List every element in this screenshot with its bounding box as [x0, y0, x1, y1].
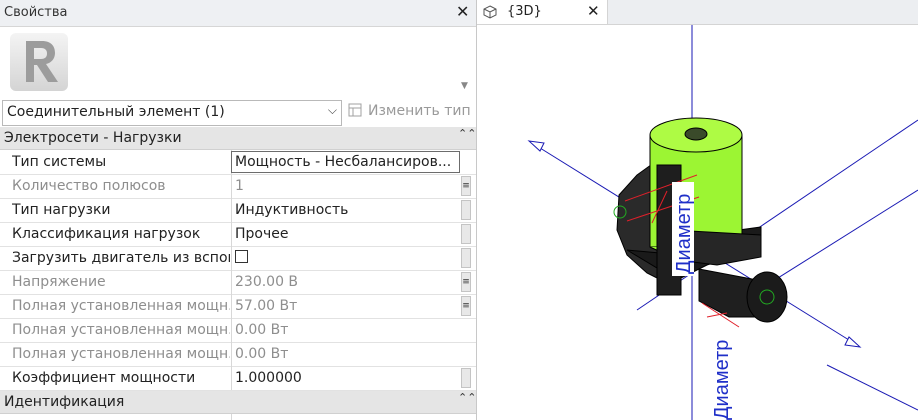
property-value[interactable]: Мощность - Несбалансиров... [235, 154, 460, 170]
property-value: 57.00 Вт [235, 298, 298, 314]
property-row[interactable]: Полная установленная мощн... 0.00 Вт [0, 342, 476, 367]
property-value: 0.00 Вт [235, 322, 289, 338]
dimension-label[interactable]: Диаметр [711, 340, 733, 420]
properties-title-bar: Свойства ✕ [0, 0, 476, 27]
type-selector-dropdown[interactable]: Соединительный элемент (1) ⌵ [2, 100, 342, 126]
column-divider [231, 366, 232, 390]
dimension-tick [706, 312, 728, 318]
column-divider [231, 246, 232, 270]
parameter-button[interactable] [461, 368, 471, 388]
view-tab-3d[interactable]: {3D} ✕ [477, 0, 608, 24]
property-name: Классификация нагрузок [12, 226, 201, 242]
dimension-label-group: Диаметр [672, 182, 695, 276]
edit-type-button[interactable]: Изменить тип [346, 101, 472, 123]
cylinder-hole [684, 127, 708, 141]
property-name: Тип системы [12, 154, 107, 170]
property-value: 230.00 В [235, 274, 299, 290]
property-row[interactable]: Классификация нагрузок Прочее [0, 222, 476, 247]
properties-panel: Свойства ✕ ▼ Соединительный элемент (1) … [0, 0, 477, 420]
revit-logo-icon [10, 33, 68, 91]
parameter-button[interactable] [461, 248, 471, 268]
property-value[interactable]: Прочее [235, 226, 460, 242]
property-name: Тип нагрузки [12, 202, 111, 218]
property-name: Напряжение [12, 274, 106, 290]
parameter-button[interactable]: ≡ [461, 176, 471, 196]
property-name: Полная установленная мощн... [12, 298, 230, 314]
view-3d: {3D} ✕ Диаметр Диаметр [477, 0, 918, 420]
property-name: Количество полюсов [12, 178, 166, 194]
dimension-label-group: Диаметр [711, 340, 733, 420]
property-value: 0.00 Вт [235, 346, 289, 362]
property-row[interactable]: Количество полюсов 1 ≡ [0, 174, 476, 199]
collapse-icon[interactable]: ⌃⌃ [458, 127, 476, 140]
column-divider [231, 174, 232, 198]
parameter-button[interactable]: ≡ [461, 296, 471, 316]
column-divider [231, 198, 232, 222]
property-row[interactable]: Тип нагрузки Индуктивность [0, 198, 476, 223]
group-header-identity[interactable]: Идентификация ⌃⌃ [0, 391, 476, 414]
property-name: Загрузить двигатель из вспом... [12, 250, 230, 266]
property-row[interactable]: Коэффициент мощности 1.000000 [0, 366, 476, 391]
cube-icon [483, 5, 497, 19]
property-name: Полная установленная мощн... [12, 346, 230, 362]
property-name: Коэффициент мощности [12, 370, 196, 386]
column-divider [231, 414, 232, 420]
parameter-button[interactable] [461, 200, 471, 220]
property-name: Полная установленная мощн... [12, 322, 230, 338]
close-icon[interactable]: ✕ [456, 2, 469, 21]
property-row[interactable] [0, 414, 476, 420]
group-label: Электросети - Нагрузки [4, 130, 182, 146]
property-row[interactable]: Напряжение 230.00 В ≡ [0, 270, 476, 295]
column-divider [231, 318, 232, 342]
property-row[interactable]: Тип системы Мощность - Несбалансиров... [0, 150, 476, 175]
group-header-electrical-loads[interactable]: Электросети - Нагрузки ⌃⌃ [0, 127, 476, 150]
collapse-icon[interactable]: ⌃⌃ [458, 391, 476, 404]
column-divider [231, 294, 232, 318]
chevron-down-icon[interactable]: ⌵ [328, 103, 337, 118]
properties-title: Свойства [4, 5, 68, 20]
property-value[interactable]: 1.000000 [235, 370, 460, 386]
column-divider [231, 222, 232, 246]
parameter-button[interactable] [461, 224, 471, 244]
property-value [235, 250, 460, 266]
property-row[interactable]: Загрузить двигатель из вспом... [0, 246, 476, 271]
property-row[interactable]: Полная установленная мощн... 57.00 Вт ≡ [0, 294, 476, 319]
property-value[interactable]: Индуктивность [235, 202, 460, 218]
dimension-label[interactable]: Диаметр [673, 194, 695, 274]
connector-pipe-end [746, 271, 788, 323]
motor-checkbox[interactable] [235, 250, 248, 263]
property-value: 1 [235, 178, 244, 194]
axis-diagonal [826, 364, 918, 411]
view-tab-bar: {3D} ✕ [477, 0, 918, 25]
edit-type-label: Изменить тип [368, 103, 471, 119]
column-divider [231, 342, 232, 366]
scroll-down-icon[interactable]: ▼ [461, 81, 468, 91]
group-label: Идентификация [4, 394, 125, 410]
column-divider [231, 270, 232, 294]
view-tab-label: {3D} [507, 4, 542, 19]
property-row[interactable]: Полная установленная мощн... 0.00 Вт [0, 318, 476, 343]
model-canvas[interactable]: Диаметр Диаметр [477, 25, 918, 420]
type-selector-value: Соединительный элемент (1) [7, 104, 225, 120]
close-icon[interactable]: ✕ [587, 2, 600, 20]
type-preview: ▼ [0, 27, 476, 97]
parameter-button[interactable]: ≡ [461, 272, 471, 292]
edit-type-icon [348, 103, 362, 117]
